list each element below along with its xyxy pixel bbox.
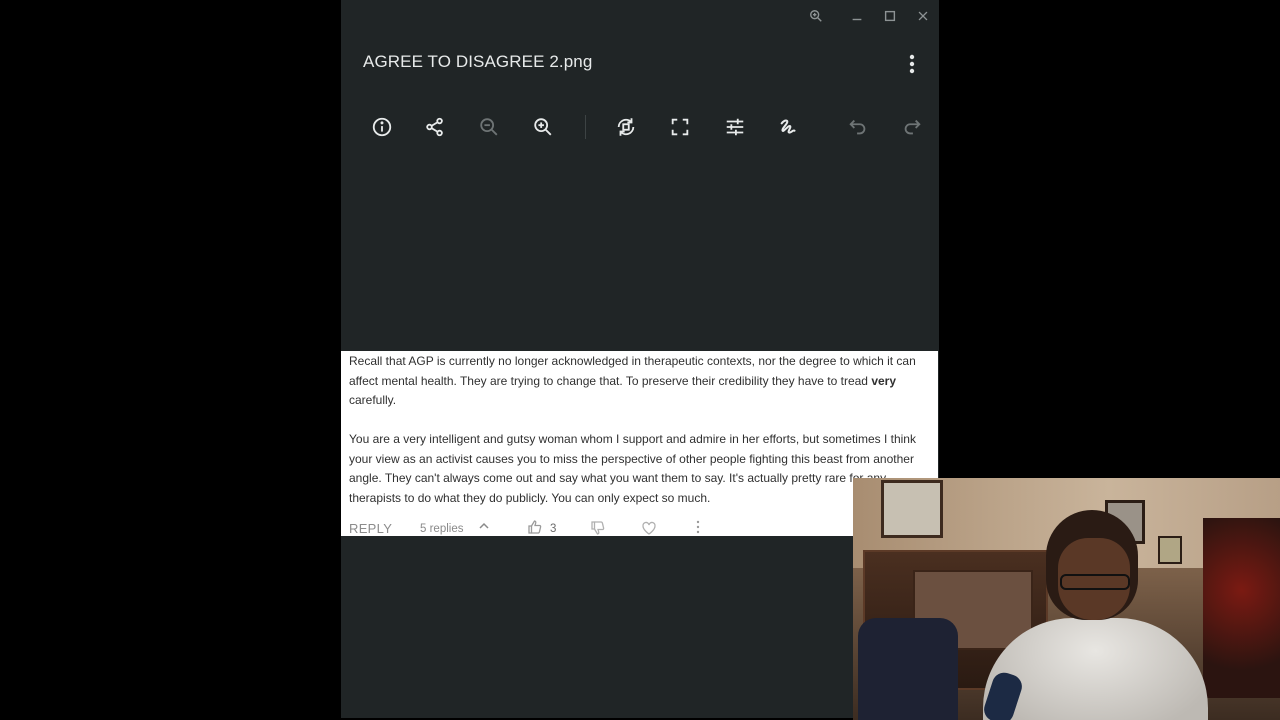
webcam-picture-frame — [1158, 536, 1182, 564]
minimize-icon[interactable] — [847, 6, 867, 26]
close-icon[interactable] — [913, 6, 933, 26]
rotate-icon[interactable] — [611, 112, 641, 142]
comment-paragraph-2: You are a very intelligent and gutsy wom… — [349, 432, 916, 505]
comment-paragraph-1: Recall that AGP is currently no longer a… — [349, 352, 933, 411]
adjust-icon[interactable] — [720, 112, 750, 142]
maximize-icon[interactable] — [880, 6, 900, 26]
more-options-icon[interactable] — [901, 51, 923, 77]
chevron-up-icon — [479, 522, 489, 529]
file-title: AGREE TO DISAGREE 2.png — [363, 52, 593, 71]
crop-icon[interactable] — [665, 112, 695, 142]
toolbar-divider — [585, 115, 586, 139]
comment-actions: REPLY 5 replies 3 — [349, 517, 929, 536]
redo-icon[interactable] — [897, 112, 927, 142]
zoom-out-icon[interactable] — [474, 112, 504, 142]
webcam-decoration — [1203, 518, 1280, 698]
comment-more-icon — [696, 520, 700, 534]
comment-bold-word: very — [871, 373, 897, 388]
webcam-picture-frame — [881, 480, 943, 538]
toolbar — [341, 112, 939, 142]
thumbs-up-icon — [528, 520, 542, 534]
like-count: 3 — [550, 523, 557, 535]
comment-text-end: carefully. — [349, 393, 397, 407]
replies-count: 5 replies — [420, 523, 464, 535]
displayed-image: Recall that AGP is currently no longer a… — [341, 351, 938, 536]
comment-text: Recall that AGP is currently no longer a… — [349, 354, 916, 388]
zoom-in-icon[interactable] — [528, 112, 558, 142]
magnify-icon[interactable] — [806, 6, 826, 26]
webcam-overlay — [853, 478, 1280, 720]
heart-icon — [642, 521, 656, 535]
webcam-person-glasses — [1060, 574, 1130, 590]
webcam-chair — [858, 618, 958, 720]
reply-button: REPLY — [349, 521, 393, 536]
annotate-icon[interactable] — [774, 112, 804, 142]
share-icon[interactable] — [420, 112, 450, 142]
info-icon[interactable] — [367, 112, 397, 142]
thumbs-down-icon — [591, 521, 605, 535]
undo-icon[interactable] — [843, 112, 873, 142]
